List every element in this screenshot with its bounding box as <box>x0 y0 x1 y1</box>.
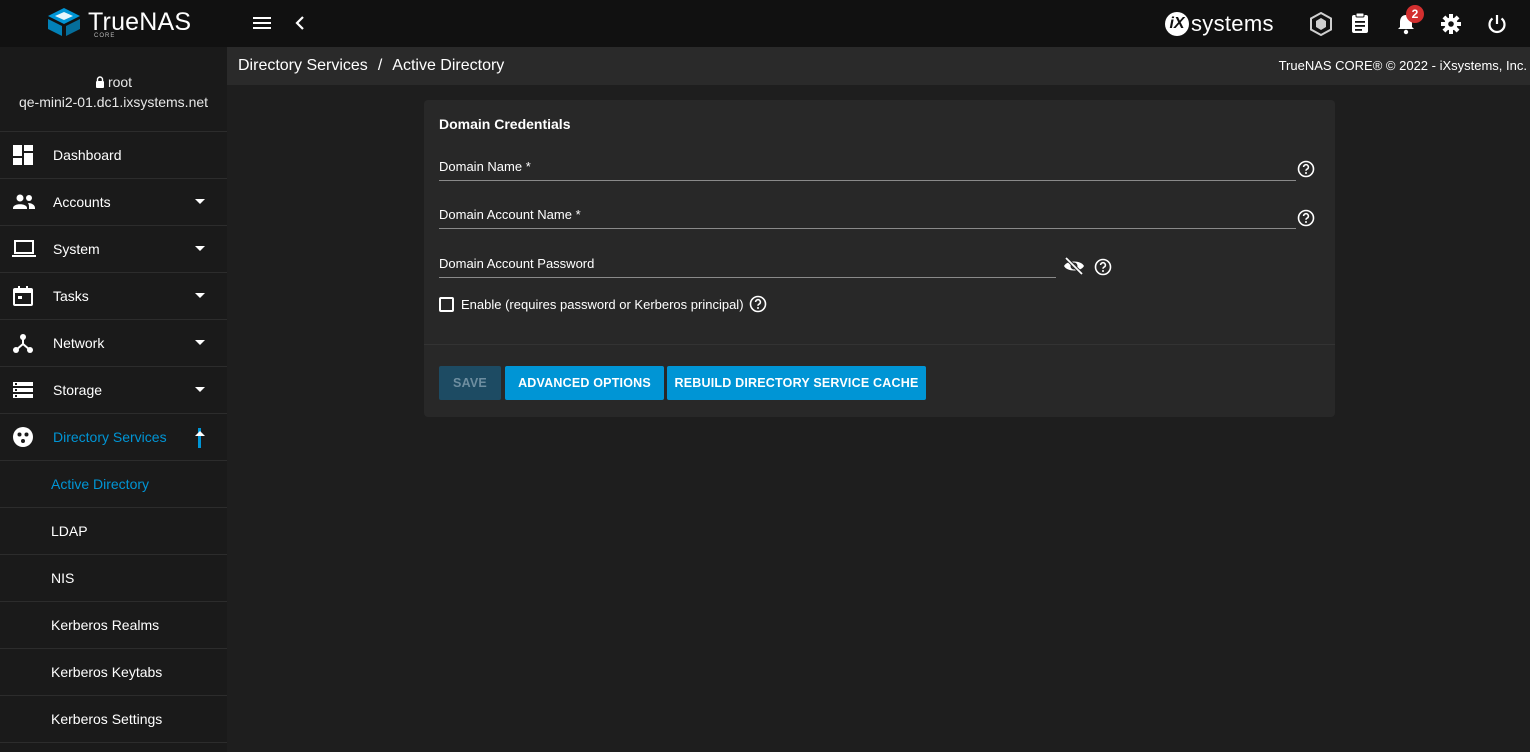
sidebar-subitem-nis[interactable]: NIS <box>0 555 227 602</box>
logo-subtitle: CORE <box>94 33 116 39</box>
caret-down-icon <box>195 340 205 345</box>
lock-icon <box>95 76 104 88</box>
sidebar-subitem-kerberos-realms[interactable]: Kerberos Realms <box>0 602 227 649</box>
sidebar-item-system[interactable]: System <box>0 226 227 273</box>
menu-icon[interactable] <box>252 14 272 32</box>
gear-icon[interactable] <box>1440 13 1462 35</box>
breadcrumb-parent[interactable]: Directory Services <box>238 57 368 75</box>
sidebar-item-label: Tasks <box>53 288 89 304</box>
sidebar-item-storage[interactable]: Storage <box>0 367 227 414</box>
sidebar-item-dashboard[interactable]: Dashboard <box>0 132 227 179</box>
sidebar-subitem-active-directory[interactable]: Active Directory <box>0 461 227 508</box>
breadcrumb-current: Active Directory <box>392 57 505 74</box>
save-button[interactable]: SAVE <box>439 366 501 400</box>
domain-account-password-input[interactable] <box>439 254 1056 276</box>
enable-checkbox[interactable] <box>439 296 454 312</box>
hostname: qe-mini2-01.dc1.ixsystems.net <box>18 94 209 110</box>
caret-down-icon <box>195 387 205 392</box>
sidebar-item-label: Directory Services <box>53 429 167 445</box>
directory-icon <box>12 426 34 448</box>
copyright-text: TrueNAS CORE® © 2022 - iXsystems, Inc. <box>1278 58 1527 73</box>
domain-account-name-field[interactable]: Domain Account Name * <box>439 205 1296 229</box>
power-icon[interactable] <box>1486 13 1508 35</box>
help-icon[interactable] <box>1094 258 1112 276</box>
help-icon[interactable] <box>1297 160 1315 178</box>
sidebar-subitem-kerberos-settings[interactable]: Kerberos Settings <box>0 696 227 743</box>
ixsystems-logo-text: systems <box>1191 11 1274 36</box>
sidebar-item-label: Dashboard <box>53 147 122 163</box>
domain-name-input[interactable] <box>439 157 1296 179</box>
sidebar-item-network[interactable]: Network <box>0 320 227 367</box>
clipboard-icon[interactable] <box>1350 12 1370 34</box>
domain-credentials-card: Domain Credentials Domain Name * Domain … <box>424 100 1335 417</box>
rebuild-directory-cache-button[interactable]: REBUILD DIRECTORY SERVICE CACHE <box>667 366 926 400</box>
top-bar: TrueNAS CORE iX systems 2 <box>0 0 1530 47</box>
storage-icon <box>12 379 34 401</box>
truecommand-icon[interactable] <box>1310 12 1332 36</box>
sidebar-item-label: Network <box>53 335 105 351</box>
caret-up-icon <box>195 431 205 436</box>
domain-account-name-input[interactable] <box>439 205 1296 227</box>
notification-badge: 2 <box>1406 5 1424 23</box>
ixsystems-logo-mark: iX <box>1165 12 1189 36</box>
sidebar-item-directory-services[interactable]: Directory Services <box>0 414 227 461</box>
username: root <box>107 74 133 90</box>
laptop-icon <box>12 238 36 260</box>
page-header: Directory Services / Active Directory Tr… <box>227 47 1530 85</box>
breadcrumb: Directory Services / Active Directory <box>238 57 504 75</box>
sidebar-subitem-ldap[interactable]: LDAP <box>0 508 227 555</box>
ixsystems-logo[interactable]: iX systems <box>1165 11 1274 37</box>
network-icon <box>12 332 34 354</box>
truenas-logo-icon <box>48 8 80 36</box>
caret-down-icon <box>195 246 205 251</box>
dashboard-icon <box>12 144 34 166</box>
caret-down-icon <box>195 199 205 204</box>
sidebar: root qe-mini2-01.dc1.ixsystems.net Dashb… <box>0 47 227 752</box>
help-icon[interactable] <box>749 295 767 313</box>
domain-account-password-field[interactable]: Domain Account Password <box>439 254 1056 278</box>
sidebar-item-label: Storage <box>53 382 103 398</box>
help-icon[interactable] <box>1297 209 1315 227</box>
truenas-logo[interactable]: TrueNAS CORE <box>46 7 191 39</box>
sidebar-item-tasks[interactable]: Tasks <box>0 273 227 320</box>
calendar-icon <box>12 285 34 307</box>
sidebar-subitem-kerberos-keytabs[interactable]: Kerberos Keytabs <box>0 649 227 696</box>
sidebar-item-label: Accounts <box>53 194 111 210</box>
enable-row: Enable (requires password or Kerberos pr… <box>439 295 767 313</box>
user-info: root qe-mini2-01.dc1.ixsystems.net <box>0 47 227 132</box>
domain-name-field[interactable]: Domain Name * <box>439 157 1296 181</box>
user-line: root <box>95 74 132 90</box>
sidebar-item-accounts[interactable]: Accounts <box>0 179 227 226</box>
people-icon <box>12 191 36 213</box>
enable-label[interactable]: Enable (requires password or Kerberos pr… <box>461 297 744 312</box>
card-title: Domain Credentials <box>439 116 571 132</box>
advanced-options-button[interactable]: ADVANCED OPTIONS <box>505 366 664 400</box>
sidebar-item-label: System <box>53 241 100 257</box>
eye-off-icon[interactable] <box>1063 256 1085 276</box>
chevron-left-icon[interactable] <box>292 14 308 32</box>
card-divider <box>424 344 1335 345</box>
breadcrumb-separator: / <box>377 57 383 74</box>
caret-down-icon <box>195 293 205 298</box>
